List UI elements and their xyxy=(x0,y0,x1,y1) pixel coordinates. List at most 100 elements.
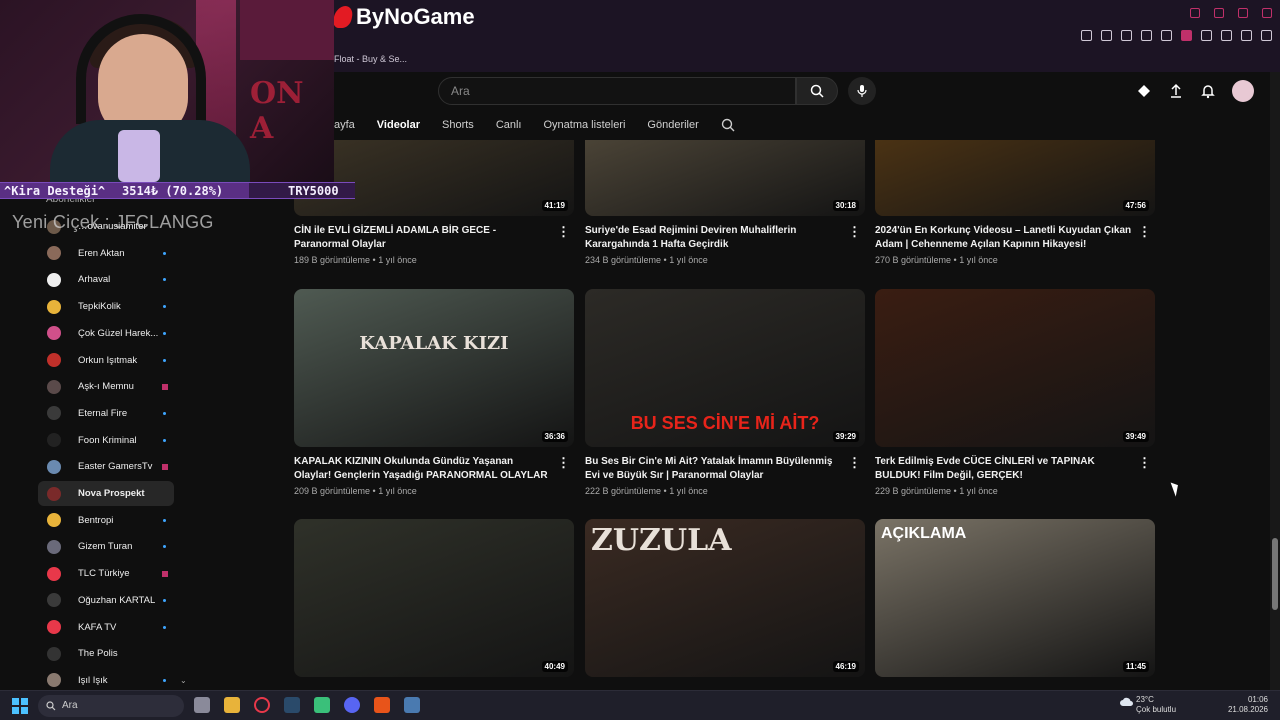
weather-widget[interactable]: 23°C Çok bulutlu xyxy=(1120,695,1176,715)
video-card[interactable]: 41:19 CİN ile EVLİ GİZEMLİ ADAMLA BİR GEC… xyxy=(294,140,574,265)
discord-icon[interactable] xyxy=(344,697,360,713)
windows-start-icon[interactable] xyxy=(12,698,28,714)
video-thumbnail[interactable]: 39:49 xyxy=(875,289,1155,447)
video-card[interactable]: 39:49 Terk Edilmiş Evde CÜCE CİNLERİ ve T… xyxy=(875,289,1155,496)
video-duration: 41:19 xyxy=(541,200,568,211)
sidebar-channel-item[interactable]: Çok Güzel Harek... xyxy=(38,321,174,346)
video-title[interactable]: Suriye'de Esad Rejimini Deviren Muhalifl… xyxy=(585,224,865,252)
video-title[interactable]: Bu Ses Bir Cin'e Mi Ait? Yatalak İmamın … xyxy=(585,455,865,483)
minimize-icon[interactable] xyxy=(1214,8,1224,18)
sidebar-channel-item[interactable]: Foon Kriminal xyxy=(38,428,174,453)
clock[interactable]: 01:06 21.08.2026 xyxy=(1222,695,1268,715)
video-duration: 47:56 xyxy=(1122,200,1149,211)
sidebar-channel-item[interactable]: Nova Prospekt xyxy=(38,481,174,506)
page-scrollbar[interactable] xyxy=(1270,72,1280,690)
chevron-down-icon[interactable]: ⌄ xyxy=(180,676,187,685)
channel-avatar xyxy=(47,620,61,634)
video-thumbnail[interactable]: KAPALAK KIZI 36:36 xyxy=(294,289,574,447)
upload-icon[interactable] xyxy=(1168,83,1184,99)
voice-search-button[interactable] xyxy=(848,77,876,105)
video-thumbnail[interactable]: 30:18 xyxy=(585,140,865,216)
video-card[interactable]: 30:18 Suriye'de Esad Rejimini Deviren Muh… xyxy=(585,140,865,265)
sidebar-channel-item[interactable]: TepkiKolik xyxy=(38,294,174,319)
play-icon[interactable] xyxy=(1141,30,1152,41)
more-options-icon[interactable]: ⋮ xyxy=(848,455,861,471)
opera-icon[interactable] xyxy=(254,697,270,713)
site-logo[interactable]: ByNoGame xyxy=(331,4,475,30)
browser-tab-title[interactable]: Float - Buy & Se... xyxy=(334,54,407,64)
taskbar-search[interactable]: Ara xyxy=(38,695,184,717)
sidebar-channel-item[interactable]: TLC Türkiye xyxy=(38,561,174,586)
sidebar-channel-item[interactable]: Easter GamersTv xyxy=(38,454,174,479)
sidebar-channel-item[interactable]: Eren Aktan xyxy=(38,241,174,266)
channel-tab[interactable]: Oynatma listeleri xyxy=(544,119,626,131)
screenshot-icon[interactable] xyxy=(1101,30,1112,41)
more-options-icon[interactable]: ⋮ xyxy=(1138,224,1151,240)
channel-tab[interactable]: ayfa xyxy=(334,119,355,131)
video-thumbnail[interactable]: AÇIKLAMA 11:45 xyxy=(875,519,1155,677)
scrollbar-thumb[interactable] xyxy=(1272,538,1278,610)
menu-icon[interactable] xyxy=(1261,30,1272,41)
sidebar-channel-item[interactable]: Oğuzhan KARTAL xyxy=(38,588,174,613)
clock-date: 21.08.2026 xyxy=(1227,705,1268,714)
task-view-icon[interactable] xyxy=(194,697,210,713)
video-card[interactable]: 40:49 xyxy=(294,519,574,677)
sidebar-channel-item[interactable]: Arhaval xyxy=(38,267,174,292)
more-options-icon[interactable]: ⋮ xyxy=(557,455,570,471)
new-content-dot xyxy=(163,598,166,602)
sidebar-channel-item[interactable]: The Polis xyxy=(38,641,174,666)
pin-icon[interactable] xyxy=(1081,30,1092,41)
sidebar-channel-item[interactable]: KAFA TV xyxy=(38,615,174,640)
channel-tab[interactable]: Shorts xyxy=(442,119,474,131)
heart-icon[interactable] xyxy=(1161,30,1172,41)
shield-icon[interactable] xyxy=(1121,30,1132,41)
premium-icon[interactable] xyxy=(1136,83,1152,99)
sidebar-channel-label: The Polis xyxy=(78,648,118,660)
download-icon[interactable] xyxy=(1241,30,1252,41)
video-card[interactable]: BU SES CİN'E Mİ AİT? 39:29 Bu Ses Bir Cin'… xyxy=(585,289,865,496)
video-title[interactable]: KAPALAK KIZININ Okulunda Gündüz Yaşanan … xyxy=(294,455,574,483)
search-input[interactable]: Ara xyxy=(438,77,796,105)
new-content-dot xyxy=(163,438,166,442)
channel-tab[interactable]: Videolar xyxy=(377,119,420,131)
video-title[interactable]: 2024'ün En Korkunç Videosu – Lanetli Kuy… xyxy=(875,224,1155,252)
close-icon[interactable] xyxy=(1262,8,1272,18)
video-thumbnail[interactable]: 47:56 xyxy=(875,140,1155,216)
steam-secondary-icon[interactable] xyxy=(404,697,420,713)
search-button[interactable] xyxy=(796,77,838,105)
video-title[interactable]: CİN ile EVLİ GİZEMLİ ADAMLA BİR GECE - P… xyxy=(294,224,574,252)
video-card[interactable]: 47:56 2024'ün En Korkunç Videosu – Lanetl… xyxy=(875,140,1155,265)
channel-tab[interactable]: Canlı xyxy=(496,119,522,131)
channel-search-icon[interactable] xyxy=(721,118,735,132)
sidebar-channel-item[interactable]: Orkun Işıtmak xyxy=(38,348,174,373)
steam-icon[interactable] xyxy=(284,697,300,713)
more-options-icon[interactable]: ⋮ xyxy=(848,224,861,240)
video-title[interactable]: Terk Edilmiş Evde CÜCE CİNLERİ ve TAPINA… xyxy=(875,455,1155,483)
more-options-icon[interactable]: ⋮ xyxy=(557,224,570,240)
thumbnail-overlay-text: AÇIKLAMA xyxy=(881,525,967,542)
video-thumbnail[interactable]: 40:49 xyxy=(294,519,574,677)
video-thumbnail[interactable]: BU SES CİN'E Mİ AİT? 39:29 xyxy=(585,289,865,447)
sidebar-channel-item[interactable]: Bentropi xyxy=(38,508,174,533)
channel-avatar xyxy=(47,673,61,688)
more-options-icon[interactable]: ⋮ xyxy=(1138,455,1151,471)
video-thumbnail[interactable]: ZUZULA 46:19 xyxy=(585,519,865,677)
sidebar-channel-item[interactable]: Gizem Turan xyxy=(38,534,174,559)
sidebar-channel-item[interactable]: Eternal Fire xyxy=(38,401,174,426)
file-explorer-icon[interactable] xyxy=(224,697,240,713)
game-app-icon[interactable] xyxy=(314,697,330,713)
video-card[interactable]: KAPALAK KIZI 36:36 KAPALAK KIZININ Okulund… xyxy=(294,289,574,496)
puzzle-icon[interactable] xyxy=(1201,30,1212,41)
maximize-icon[interactable] xyxy=(1238,8,1248,18)
brave-icon[interactable] xyxy=(374,697,390,713)
search-window-icon[interactable] xyxy=(1190,8,1200,18)
bell-icon[interactable] xyxy=(1200,83,1216,99)
extension-icon[interactable] xyxy=(1181,30,1192,41)
video-card[interactable]: AÇIKLAMA 11:45 xyxy=(875,519,1155,677)
account-avatar[interactable] xyxy=(1232,80,1254,102)
video-card[interactable]: ZUZULA 46:19 xyxy=(585,519,865,677)
profile-icon[interactable] xyxy=(1221,30,1232,41)
channel-tab[interactable]: Gönderiler xyxy=(647,119,698,131)
sidebar-channel-item[interactable]: Aşk-ı Memnu xyxy=(38,374,174,399)
video-thumbnail[interactable]: 41:19 xyxy=(294,140,574,216)
